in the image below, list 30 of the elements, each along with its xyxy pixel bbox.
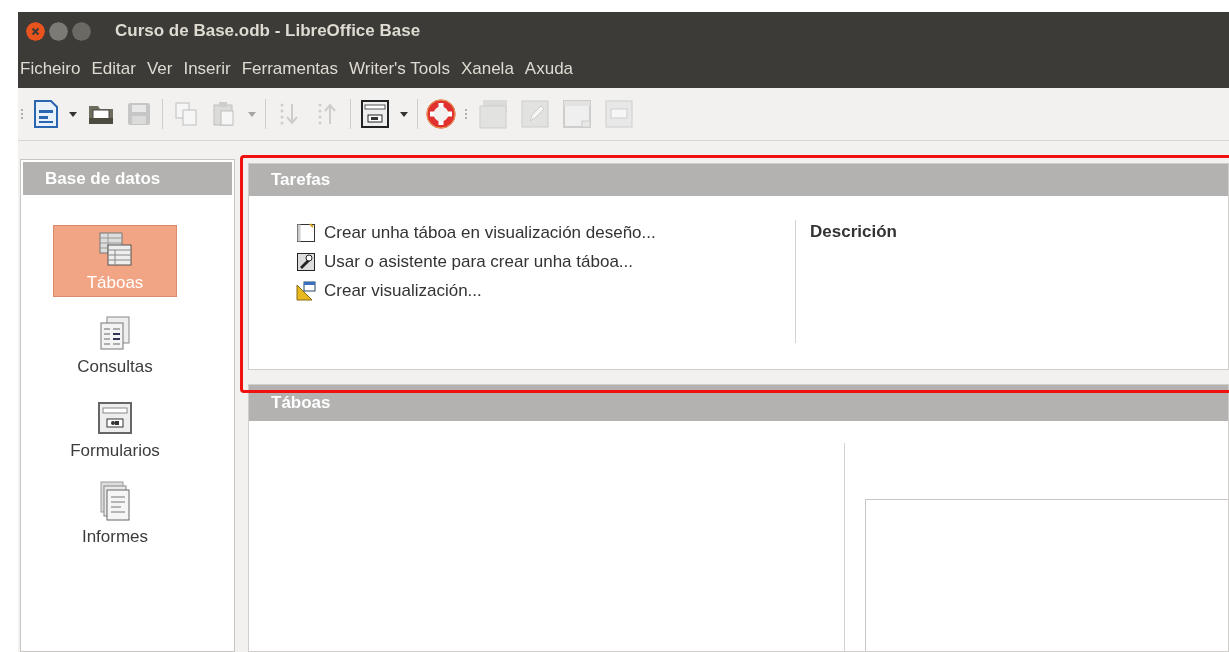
menu-item[interactable]: Editar: [91, 59, 146, 79]
task-link[interactable]: Crear visualización...: [324, 281, 482, 301]
close-icon[interactable]: [26, 21, 45, 41]
section-header: Tarefas: [249, 164, 1228, 196]
section-header: Táboas: [249, 385, 1228, 421]
window-title: Curso de Base.odb - LibreOffice Base: [115, 21, 421, 41]
view-ruler-icon: [296, 281, 316, 301]
sidebar-item[interactable]: Consultas: [53, 309, 177, 381]
description-heading: Descrición: [809, 221, 897, 242]
grip-icon[interactable]: [20, 108, 24, 120]
help-lifebuoy-icon[interactable]: [426, 99, 456, 129]
menu-item[interactable]: Ver: [146, 59, 183, 79]
table-design-icon: [296, 223, 316, 243]
wand-icon: [296, 252, 316, 272]
menu-item[interactable]: Inserir: [183, 59, 241, 79]
menu-item[interactable]: Xanela: [460, 59, 524, 79]
maximize-icon[interactable]: [72, 21, 91, 41]
new-document-icon[interactable]: [32, 99, 60, 129]
minimize-icon[interactable]: [49, 21, 68, 41]
menu-item[interactable]: Ficheiro: [20, 59, 91, 79]
sidebar-item[interactable]: Informes: [53, 477, 177, 549]
menu-item[interactable]: Ferramentas: [241, 59, 349, 79]
task-link[interactable]: Usar o asistente para crear unha táboa...: [324, 252, 633, 272]
sidebar-item[interactable]: Formularios: [53, 393, 177, 465]
grip-icon[interactable]: [464, 108, 468, 120]
form-icon[interactable]: [359, 98, 391, 130]
task-link[interactable]: Crear unha táboa en visualización deseño...: [324, 223, 656, 243]
panel-header: Base de datos: [23, 162, 232, 195]
menu-item[interactable]: Writer's Tools: [349, 59, 460, 79]
menu-item[interactable]: Axuda: [524, 59, 584, 79]
